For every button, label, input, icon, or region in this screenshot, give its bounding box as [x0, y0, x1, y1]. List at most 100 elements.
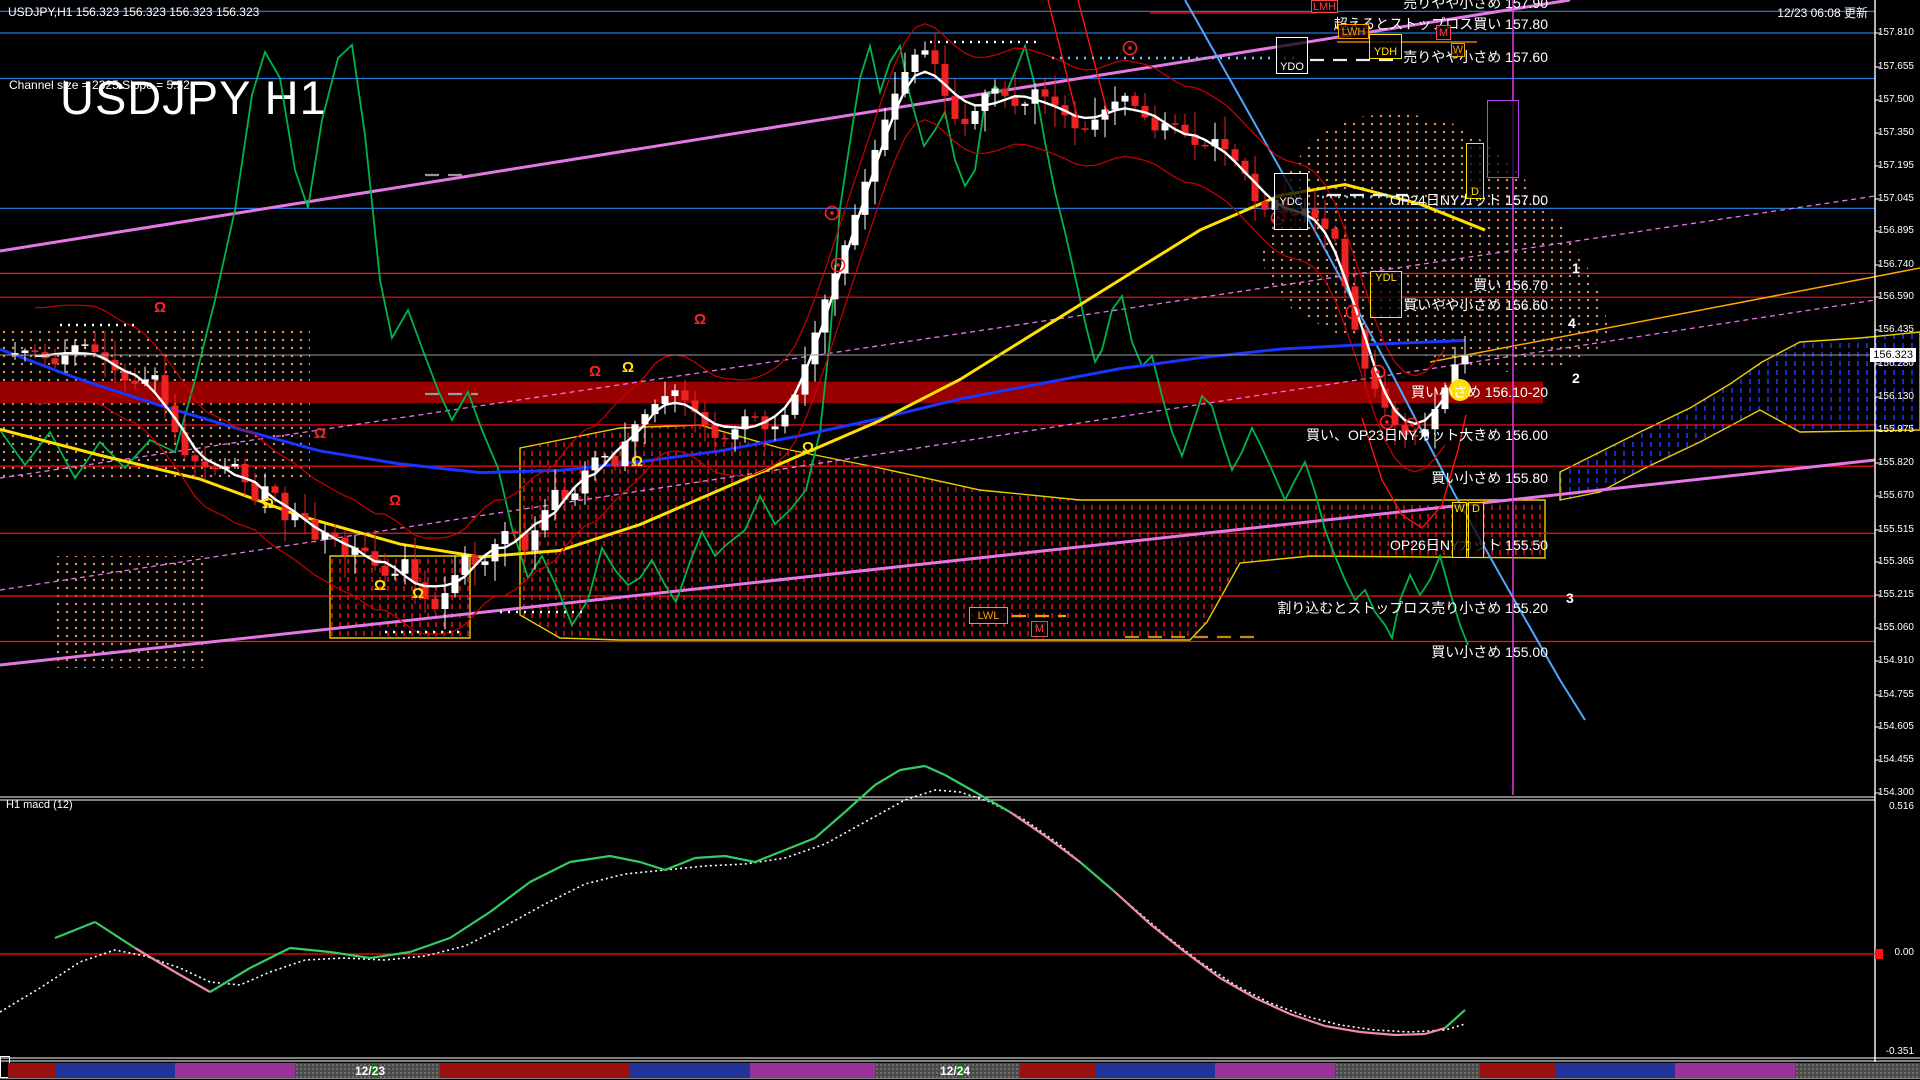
price-axis-tick: 154.455: [1878, 754, 1914, 765]
svg-text:Ω: Ω: [314, 425, 326, 442]
wave-count-number[interactable]: 1: [1572, 260, 1580, 276]
macd-main-line: [450, 912, 490, 938]
macd-main-line: [1010, 812, 1045, 836]
macd-main-line: [945, 775, 975, 792]
macd-main-line: [570, 856, 610, 862]
period-level-label[interactable]: YDO: [1276, 37, 1308, 74]
period-level-label[interactable]: D: [1466, 143, 1484, 199]
period-level-label[interactable]: M: [1436, 25, 1451, 40]
timeline-segment: [1555, 1063, 1675, 1078]
macd-main-line: [1150, 924, 1185, 952]
macd-main-line: [1395, 1034, 1425, 1035]
macd-signal-line: [0, 790, 1465, 1032]
macd-main-line: [55, 922, 95, 938]
wave-count-number[interactable]: 4: [1568, 315, 1576, 331]
macd-main-line: [290, 948, 330, 952]
price-axis-tick: 155.215: [1878, 589, 1914, 600]
macd-main-line: [210, 968, 250, 992]
channel-info: Channel size = 2325 Slope = 5.52: [9, 78, 190, 92]
price-axis-tick: 154.605: [1878, 721, 1914, 732]
macd-main-line: [1185, 952, 1220, 978]
macd-main-line: [1325, 1026, 1360, 1032]
timeline-segment: [175, 1063, 295, 1078]
macd-main-line: [1255, 998, 1290, 1014]
level-annotation[interactable]: 売りやや小さめ 157.90: [1403, 0, 1548, 13]
macd-main-line: [875, 770, 900, 785]
price-axis-tick: 155.515: [1878, 524, 1914, 535]
svg-text:Ω: Ω: [262, 495, 274, 512]
price-axis-tick: 155.060: [1878, 622, 1914, 633]
period-level-label[interactable]: [1487, 100, 1519, 178]
period-level-label[interactable]: W: [1451, 43, 1465, 57]
macd-main-line: [175, 972, 210, 992]
timeline-segment: [1335, 1063, 1480, 1078]
timeline-segment: [1795, 1063, 1920, 1078]
level-annotation[interactable]: 買い 156.70: [1473, 275, 1548, 295]
timeline-segment: [55, 1063, 175, 1078]
period-level-label[interactable]: W: [1452, 502, 1467, 558]
macd-main-line: [330, 952, 370, 958]
period-level-label[interactable]: YDL: [1370, 271, 1402, 318]
price-axis-tick: 157.350: [1878, 127, 1914, 138]
price-axis-tick: 155.670: [1878, 490, 1914, 501]
price-axis-tick: 154.755: [1878, 689, 1914, 700]
price-axis-tick: 157.655: [1878, 61, 1914, 72]
period-level-label[interactable]: YDC: [1274, 173, 1308, 230]
price-axis-tick: 154.300: [1878, 787, 1914, 798]
timeline-segment: [1480, 1063, 1555, 1078]
macd-zero-tick: [1875, 949, 1883, 959]
svg-text:Ω: Ω: [154, 299, 166, 316]
macd-main-line: [925, 766, 945, 775]
price-axis-tick: 156.740: [1878, 259, 1914, 270]
macd-panel-title: H1 macd (12): [6, 799, 73, 811]
price-axis-tick: 156.280: [1878, 358, 1914, 369]
macd-main-line: [725, 856, 755, 862]
level-annotation[interactable]: 買い、OP23日NYカット大きめ 156.00: [1306, 425, 1548, 445]
timeline-date-label: 12/23: [355, 1064, 385, 1078]
macd-main-line: [845, 785, 875, 812]
timeline-segment: [1095, 1063, 1215, 1078]
price-axis-tick: 157.810: [1878, 27, 1914, 38]
wave-count-number[interactable]: 3: [1566, 590, 1574, 606]
macd-zero-label: 0.00: [1895, 947, 1914, 958]
macd-main-line: [1045, 836, 1080, 862]
level-annotation[interactable]: 割り込むとストップロス売り小さめ 155.20: [1277, 598, 1548, 618]
price-axis-tick: 154.910: [1878, 655, 1914, 666]
price-axis-tick: 156.130: [1878, 391, 1914, 402]
level-annotation[interactable]: 買い小さめ 155.00: [1431, 642, 1548, 662]
price-axis-tick: 156.590: [1878, 291, 1914, 302]
svg-text:Ω: Ω: [412, 585, 424, 602]
period-level-label[interactable]: LWH: [1338, 24, 1369, 39]
timeline-segment: [8, 1063, 55, 1078]
price-axis-tick: 155.820: [1878, 457, 1914, 468]
macd-main-line: [900, 766, 925, 770]
timeline-segment: [750, 1063, 875, 1078]
last-updated-timestamp: 12/23 06:08 更新: [1777, 4, 1868, 21]
ichimoku-cloud: [1262, 112, 1610, 372]
level-annotation[interactable]: 買い小さめ 155.80: [1431, 468, 1548, 488]
macd-main-line: [785, 838, 815, 850]
ohlc-quote-line: USDJPY,H1 156.323 156.323 156.323 156.32…: [8, 5, 259, 19]
price-axis-tick: 155.975: [1878, 424, 1914, 435]
level-annotation[interactable]: 買い小さめ 156.10-20: [1411, 382, 1548, 402]
price-axis-tick: 156.895: [1878, 225, 1914, 236]
macd-main-line: [530, 862, 570, 882]
chart-canvas[interactable]: ΩΩΩΩΩΩΩΩΩΩΩ: [0, 0, 1920, 1080]
period-level-label[interactable]: YDH: [1369, 34, 1402, 59]
period-level-label[interactable]: D: [1468, 502, 1484, 558]
price-axis-tick: 155.365: [1878, 556, 1914, 567]
period-level-label[interactable]: M: [1031, 621, 1048, 637]
svg-text:Ω: Ω: [622, 359, 634, 376]
level-annotation[interactable]: 売りやや小さめ 157.60: [1403, 47, 1548, 67]
macd-main-line: [1360, 1032, 1395, 1035]
timeline-segment: [1675, 1063, 1795, 1078]
price-axis-tick: 156.435: [1878, 324, 1914, 335]
macd-main-line: [95, 922, 135, 948]
wave-count-number[interactable]: 2: [1572, 370, 1580, 386]
macd-main-line: [1080, 862, 1115, 892]
level-annotation[interactable]: 買いやや小さめ 156.60: [1403, 295, 1548, 315]
period-level-label[interactable]: LWL: [969, 607, 1008, 624]
macd-min-label: -0.351: [1886, 1046, 1914, 1057]
period-level-label[interactable]: LMH: [1311, 0, 1338, 13]
macd-main-line: [695, 856, 725, 858]
